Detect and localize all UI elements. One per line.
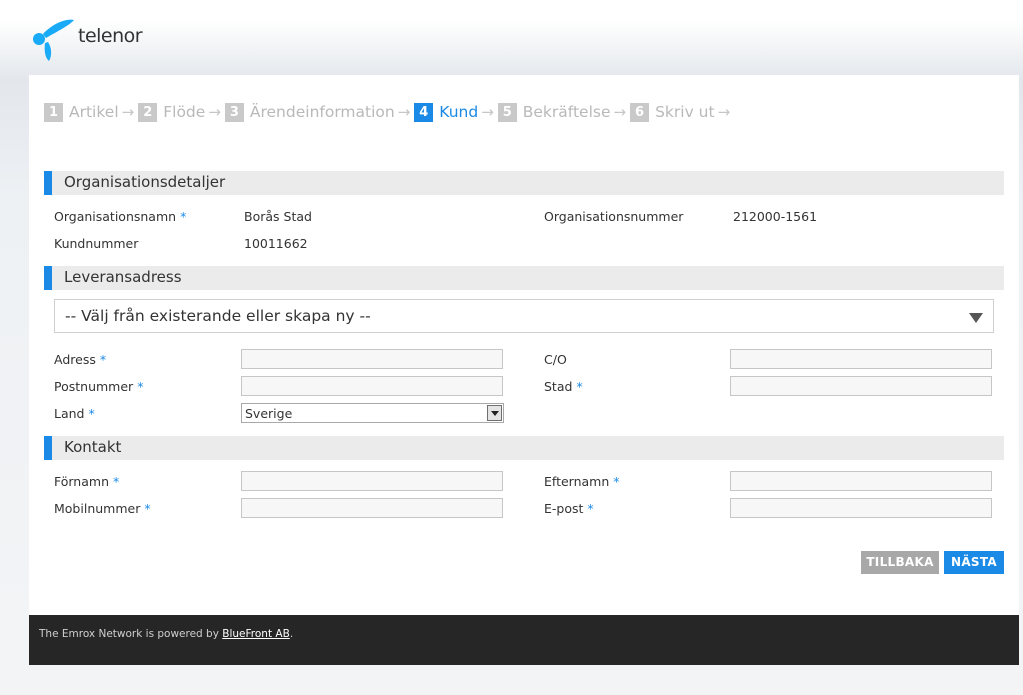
step-3[interactable]: 3 Ärendeinformation → [224,102,414,122]
caret-down-icon [491,411,499,416]
org-name-label: Organisationsnamn * [54,209,187,224]
main-panel: 1 Artikel → 2 Flöde → 3 Ärendeinformatio… [29,75,1019,615]
section-title: Organisationsdetaljer [64,173,226,191]
section-organisation-header: Organisationsdetaljer [44,171,1004,195]
arrow-right-icon: → [481,103,494,121]
section-accent-bar [44,266,52,290]
address-input[interactable] [241,349,503,369]
step-number: 4 [414,102,434,122]
customer-number-value: 10011662 [244,236,308,251]
brand-name: telenor [78,25,143,47]
step-5[interactable]: 5 Bekräftelse → [497,102,630,122]
required-marker: * [137,379,144,394]
step-number: 1 [44,102,63,122]
required-marker: * [88,406,95,421]
step-label: Kund [439,103,479,121]
step-label: Artikel [69,103,119,121]
org-number-label: Organisationsnummer [544,209,684,224]
country-label: Land * [54,406,95,421]
section-delivery-header: Leveransadress [44,266,1004,290]
step-6[interactable]: 6 Skriv ut → [630,102,734,122]
mobile-input[interactable] [241,498,503,518]
step-label: Skriv ut [655,103,715,121]
email-input[interactable] [730,498,992,518]
lastname-input[interactable] [730,471,992,491]
step-number: 2 [138,102,158,122]
org-number-value: 212000-1561 [733,209,818,224]
required-marker: * [113,474,120,489]
address-label: Adress * [54,352,107,367]
city-label: Stad * [544,379,583,394]
country-select-value: Sverige [245,406,293,421]
step-2[interactable]: 2 Flöde → [138,102,225,122]
co-input[interactable] [730,349,992,369]
firstname-input[interactable] [241,471,503,491]
step-number: 3 [224,102,244,122]
step-label: Bekräftelse [522,103,611,121]
required-marker: * [144,501,151,516]
firstname-label: Förnamn * [54,474,120,489]
step-number: 6 [630,102,650,122]
step-label: Flöde [163,103,206,121]
required-marker: * [99,352,107,367]
arrow-right-icon: → [397,103,411,121]
postal-code-input[interactable] [241,376,503,396]
arrow-right-icon: → [208,103,221,121]
city-input[interactable] [730,376,992,396]
required-marker: * [613,474,620,489]
step-label: Ärendeinformation [249,103,395,121]
dropdown-button[interactable] [487,405,502,421]
bluefront-link[interactable]: BlueFront AB [222,628,290,640]
section-contact-header: Kontakt [44,436,1004,460]
section-title: Kontakt [64,438,122,456]
org-name-value: Borås Stad [244,209,312,224]
mobile-label: Mobilnummer * [54,501,151,516]
arrow-right-icon: → [717,103,731,121]
footer: The Emrox Network is powered by BlueFron… [29,615,1019,665]
address-select-value: -- Välj från existerande eller skapa ny … [65,307,371,325]
customer-number-label: Kundnummer [54,236,139,251]
caret-down-icon [969,313,983,323]
address-select[interactable]: -- Välj från existerande eller skapa ny … [54,299,994,333]
step-1[interactable]: 1 Artikel → [44,102,138,122]
section-accent-bar [44,436,52,460]
co-label: C/O [544,352,567,367]
required-marker: * [587,501,594,516]
wizard-steps: 1 Artikel → 2 Flöde → 3 Ärendeinformatio… [44,101,734,123]
next-button[interactable]: NÄSTA [944,551,1004,574]
section-title: Leveransadress [64,268,182,286]
arrow-right-icon: → [613,103,627,121]
required-marker: * [576,379,583,394]
email-label: E-post * [544,501,594,516]
back-button[interactable]: TILLBAKA [861,551,939,574]
footer-text: The Emrox Network is powered by BlueFron… [39,628,294,640]
required-marker: * [180,209,187,224]
postal-code-label: Postnummer * [54,379,144,394]
country-select[interactable]: Sverige [241,403,504,423]
lastname-label: Efternamn * [544,474,620,489]
telenor-propeller-logo-icon [33,19,74,61]
step-4[interactable]: 4 Kund → [414,102,497,122]
step-number: 5 [497,102,517,122]
section-accent-bar [44,171,52,195]
arrow-right-icon: → [121,103,135,121]
